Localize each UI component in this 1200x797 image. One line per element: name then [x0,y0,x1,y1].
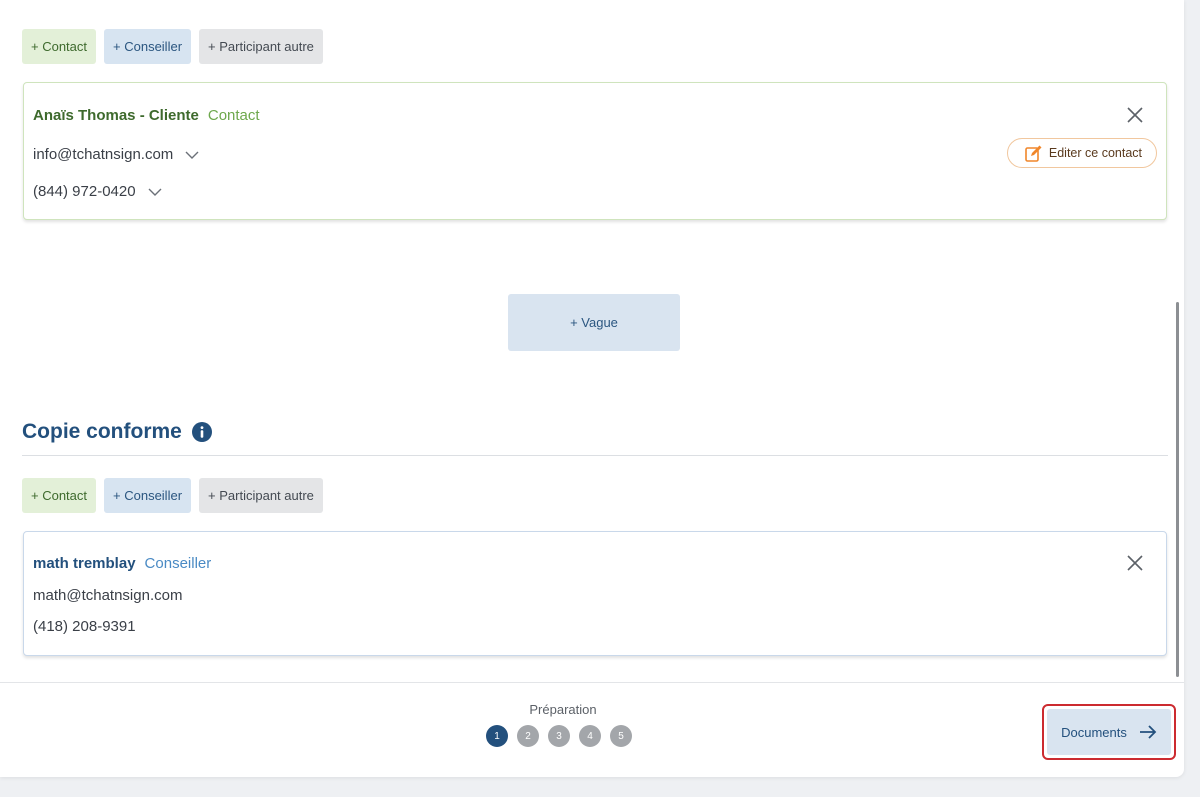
edit-contact-label: Editer ce contact [1048,146,1142,160]
cc-email-line: math@tchatnsign.com [33,587,182,604]
step-4[interactable]: 4 [579,725,601,747]
step-3[interactable]: 3 [548,725,570,747]
next-documents-label: Documents [1061,724,1127,740]
cc-name: math tremblay [33,555,136,572]
close-icon[interactable] [1126,106,1144,124]
chevron-down-icon[interactable] [185,150,199,160]
cc-add-participant-autre-button[interactable]: + Participant autre [199,478,323,513]
arrow-right-icon [1139,725,1157,739]
contact-name-line: Anaïs Thomas - Cliente Contact [33,107,260,124]
cc-conseiller-card: math tremblay Conseiller math@tchatnsign… [23,531,1167,656]
signer-contact-card: Anaïs Thomas - Cliente Contact info@tcha… [23,82,1167,220]
wizard-footer: Préparation 12345 [0,682,1184,778]
contact-phone: (844) 972-0420 [33,183,136,200]
step-indicator: 12345 [486,725,632,747]
contact-phone-line: (844) 972-0420 [33,183,162,200]
contact-email: info@tchatnsign.com [33,146,174,163]
add-participant-autre-button[interactable]: + Participant autre [199,29,323,64]
cc-email: math@tchatnsign.com [33,587,183,604]
next-documents-button[interactable]: Documents [1047,709,1171,755]
cc-phone: (418) 208-9391 [33,618,136,635]
contact-role: Contact [207,107,260,124]
step-label: Préparation [529,702,597,717]
contact-name: Anaïs Thomas - Cliente [33,107,199,124]
cc-phone-line: (418) 208-9391 [33,618,136,635]
close-icon[interactable] [1126,554,1144,572]
form-panel: + Contact + Conseiller + Participant aut… [0,0,1184,777]
cc-section-title: Copie conforme [22,420,212,444]
scrollbar[interactable] [1176,302,1179,677]
step-5[interactable]: 5 [610,725,632,747]
add-conseiller-button[interactable]: + Conseiller [104,29,192,64]
cc-divider [22,455,1168,456]
edit-contact-button[interactable]: Editer ce contact [1006,138,1157,168]
contact-email-line: info@tchatnsign.com [33,146,199,163]
signer-add-buttons: + Contact + Conseiller + Participant aut… [22,29,323,64]
step-2[interactable]: 2 [517,725,539,747]
cc-role: Conseiller [144,555,212,572]
chevron-down-icon[interactable] [148,187,162,197]
info-icon[interactable] [191,422,212,442]
add-vague-button[interactable]: + Vague [508,294,680,351]
add-contact-button[interactable]: + Contact [22,29,97,64]
step-1[interactable]: 1 [486,725,508,747]
cc-add-contact-button[interactable]: + Contact [22,478,97,513]
cc-add-conseiller-button[interactable]: + Conseiller [104,478,192,513]
cc-name-line: math tremblay Conseiller [33,555,211,572]
cc-add-buttons: + Contact + Conseiller + Participant aut… [22,478,323,513]
edit-icon [1025,145,1042,162]
cc-title-text: Copie conforme [22,420,182,443]
